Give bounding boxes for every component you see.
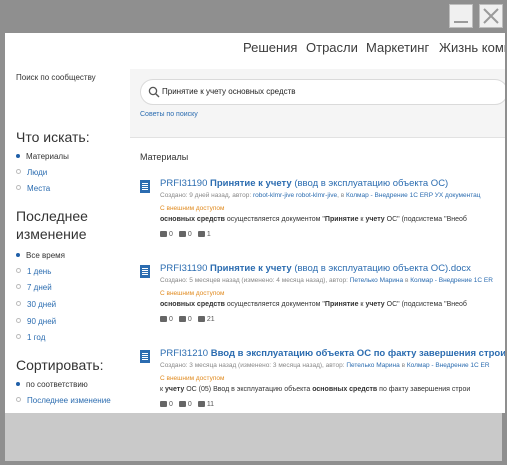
- result-stats: 0 0 11: [160, 401, 220, 408]
- what-option-places[interactable]: Места: [16, 184, 50, 193]
- changed-option-1y[interactable]: 1 год: [16, 333, 45, 342]
- external-access-badge: С внешним доступом: [160, 290, 225, 297]
- radio-icon: [16, 301, 21, 306]
- close-button[interactable]: [479, 4, 503, 28]
- changed-option-7d[interactable]: 7 дней: [16, 283, 52, 292]
- radio-icon: [16, 185, 21, 190]
- external-access-badge: С внешним доступом: [160, 375, 225, 382]
- radio-icon: [16, 268, 21, 273]
- like-icon: [178, 401, 186, 407]
- view-icon: [197, 231, 205, 237]
- document-icon: [140, 180, 150, 193]
- radio-selected-icon: [16, 253, 20, 257]
- changed-option-90d[interactable]: 90 дней: [16, 317, 56, 326]
- view-icon: [197, 401, 205, 407]
- search-community-label: Поиск по сообществу: [16, 73, 96, 82]
- place-link[interactable]: Колмар - Внедрение 1С ER: [407, 362, 490, 369]
- like-icon: [178, 231, 186, 237]
- radio-icon: [16, 397, 21, 402]
- changed-option-all[interactable]: Все время: [16, 251, 65, 260]
- sort-option-last-changed[interactable]: Последнее изменение: [16, 396, 111, 405]
- author-link[interactable]: Петелько Марина: [350, 277, 403, 284]
- document-icon: [140, 265, 150, 278]
- result-item: PRFI31190 Принятие к учету (ввод в экспл…: [130, 178, 505, 258]
- radio-icon: [16, 169, 21, 174]
- nav-item-solutions[interactable]: Решения: [243, 40, 297, 55]
- result-stats: 001: [160, 231, 217, 238]
- radio-selected-icon: [16, 154, 20, 158]
- main-content: Принятие к учету основных средств Советы…: [130, 69, 505, 413]
- result-item: PRFI31210 Ввод в эксплуатацию объекта ОС…: [130, 348, 505, 413]
- bottom-panel: [5, 413, 502, 461]
- comment-icon: [160, 401, 167, 407]
- changed-option-1d[interactable]: 1 день: [16, 267, 51, 276]
- author-link[interactable]: Петелько Марина: [346, 362, 399, 369]
- result-item: PRFI31190 Принятие к учету (ввод в экспл…: [130, 263, 505, 343]
- comment-icon: [160, 231, 167, 237]
- result-stats: 0 0 21: [160, 316, 221, 323]
- result-meta: Создано: 3 месяца назад (изменено: 3 мес…: [160, 362, 490, 369]
- external-access-badge: С внешним доступом: [160, 205, 225, 212]
- sort-option-relevance[interactable]: по соответствию: [16, 380, 88, 389]
- result-meta: Создано: 9 дней назад, автор: robot-klmr…: [160, 192, 481, 199]
- sort-heading: Сортировать:: [16, 357, 104, 373]
- nav-item-company-life[interactable]: Жизнь комп: [439, 40, 505, 55]
- window: Решения Отрасли Маркетинг Жизнь комп Пои…: [0, 0, 507, 465]
- result-snippet: основных средств осуществляется документ…: [160, 216, 467, 223]
- web-page: Решения Отрасли Маркетинг Жизнь комп Пои…: [5, 33, 505, 413]
- result-meta: Создано: 5 месяцев назад (изменено: 4 ме…: [160, 277, 493, 284]
- nav-item-industries[interactable]: Отрасли: [306, 40, 358, 55]
- changed-option-30d[interactable]: 30 дней: [16, 300, 56, 309]
- search-input[interactable]: Принятие к учету основных средств: [140, 79, 505, 105]
- what-option-materials[interactable]: Материалы: [16, 152, 69, 161]
- top-navigation: Решения Отрасли Маркетинг Жизнь комп: [5, 33, 505, 69]
- what-heading: Что искать:: [16, 129, 90, 145]
- result-title-link[interactable]: PRFI31190 Принятие к учету (ввод в экспл…: [160, 178, 448, 189]
- result-title-link[interactable]: PRFI31210 Ввод в эксплуатацию объекта ОС…: [160, 348, 505, 359]
- search-tips-link[interactable]: Советы по поиску: [140, 111, 198, 118]
- author-link[interactable]: robot-klmr-jive robot-klmr-jive: [253, 192, 337, 199]
- results-panel: Материалы PRFI31190 Принятие к учету (вв…: [130, 137, 505, 413]
- result-title-link[interactable]: PRFI31190 Принятие к учету (ввод в экспл…: [160, 263, 471, 274]
- minimize-button[interactable]: [449, 4, 473, 28]
- comment-icon: [160, 316, 167, 322]
- radio-icon: [16, 318, 21, 323]
- radio-icon: [16, 334, 21, 339]
- result-snippet: к учету ОС (05) Ввод в эксплуатацию объе…: [160, 386, 471, 393]
- close-icon: [483, 8, 499, 24]
- result-snippet: основных средств осуществляется документ…: [160, 301, 467, 308]
- like-icon: [178, 316, 186, 322]
- document-icon: [140, 350, 150, 363]
- changed-heading-1: Последнее: [16, 208, 88, 224]
- what-option-people[interactable]: Люди: [16, 168, 47, 177]
- minimize-icon: [454, 21, 468, 23]
- filter-sidebar: Поиск по сообществу Что искать: Материал…: [5, 69, 130, 413]
- search-icon: [148, 86, 160, 98]
- radio-selected-icon: [16, 382, 20, 386]
- place-link[interactable]: Колмар - Внедрение 1С ER: [410, 277, 493, 284]
- changed-heading-2: изменение: [16, 226, 87, 242]
- results-heading: Материалы: [140, 152, 189, 162]
- view-icon: [197, 316, 205, 322]
- place-link[interactable]: Колмар - Внедрение 1С ERP УХ документац: [346, 192, 480, 199]
- nav-item-marketing[interactable]: Маркетинг: [366, 40, 429, 55]
- search-query: Принятие к учету основных средств: [162, 87, 296, 96]
- radio-icon: [16, 284, 21, 289]
